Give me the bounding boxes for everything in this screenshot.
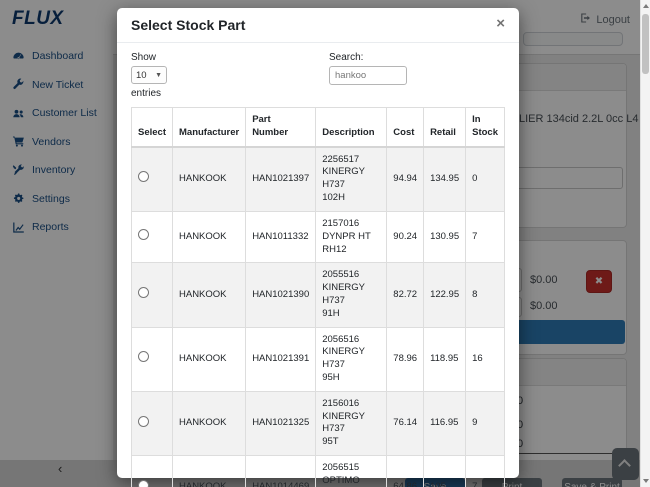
column-header: Select [132,108,173,147]
cost-cell: 76.14 [387,391,424,455]
column-header: Manufacturer [173,108,246,147]
table-row: HANKOOKHAN10213252156016 KINERGY H737 95… [132,391,505,455]
cost-cell: 82.72 [387,263,424,327]
column-header: Retail [424,108,466,147]
in-stock-cell: 9 [466,391,505,455]
select-cell [132,456,173,487]
page-length-value: 10 [136,70,147,81]
cost-cell: 64.86 [387,456,424,487]
retail-cell: 134.95 [424,147,466,212]
description-cell: 2156016 KINERGY H737 95T [316,391,387,455]
column-header: In Stock [466,108,505,147]
table-row: HANKOOKHAN10113322157016 DYNPR HT RH1290… [132,211,505,262]
modal-title: Select Stock Part [131,17,245,33]
search-input[interactable] [329,66,407,85]
table-row: HANKOOKHAN10213912056516 KINERGY H737 95… [132,327,505,391]
search-label: Search: [329,52,407,63]
select-part-radio[interactable] [138,229,149,240]
cost-cell: 90.24 [387,211,424,262]
part-number-cell: HAN1021325 [246,391,316,455]
scrollbar-down-arrow[interactable] [643,479,649,483]
in-stock-cell: 0 [466,147,505,212]
show-label: Show [131,52,167,63]
select-part-radio[interactable] [138,480,149,487]
manufacturer-cell: HANKOOK [173,263,246,327]
column-header: Part Number [246,108,316,147]
description-cell: 2056515 OPTIMO H725 92H [316,456,387,487]
retail-cell: 116.95 [424,391,466,455]
manufacturer-cell: HANKOOK [173,211,246,262]
manufacturer-cell: HANKOOK [173,391,246,455]
retail-cell: 118.95 [424,327,466,391]
table-row: HANKOOKHAN10213972256517 KINERGY H737 10… [132,147,505,212]
in-stock-cell: 8 [466,263,505,327]
stock-parts-table: SelectManufacturerPart NumberDescription… [131,107,505,487]
part-number-cell: HAN1021397 [246,147,316,212]
select-part-radio[interactable] [138,416,149,427]
select-stock-part-modal: Select Stock Part × Show 10 ▼ entries Se… [117,8,519,478]
retail-cell: 122.95 [424,263,466,327]
close-icon[interactable]: × [496,17,505,31]
select-part-radio[interactable] [138,351,149,362]
select-part-radio[interactable] [138,171,149,182]
modal-header: Select Stock Part × [117,8,519,43]
part-number-cell: HAN1014469 [246,456,316,487]
table-row: HANKOOKHAN10144692056515 OPTIMO H725 92H… [132,456,505,487]
cost-cell: 78.96 [387,327,424,391]
scrollbar-up-arrow[interactable] [643,4,649,8]
table-header-row: SelectManufacturerPart NumberDescription… [132,108,505,147]
entries-label: entries [131,88,167,99]
part-number-cell: HAN1011332 [246,211,316,262]
in-stock-cell: 7 [466,456,505,487]
part-number-cell: HAN1021391 [246,327,316,391]
description-cell: 2056516 KINERGY H737 95H [316,327,387,391]
manufacturer-cell: HANKOOK [173,327,246,391]
page-length-select[interactable]: 10 ▼ [131,66,167,84]
retail-cell: 130.95 [424,211,466,262]
select-cell [132,391,173,455]
select-part-radio[interactable] [138,287,149,298]
retail-cell: 105 [424,456,466,487]
page-length-control: Show 10 ▼ entries [131,52,167,99]
description-cell: 2157016 DYNPR HT RH12 [316,211,387,262]
column-header: Cost [387,108,424,147]
browser-scrollbar[interactable] [640,0,650,487]
column-header: Description [316,108,387,147]
select-cell [132,263,173,327]
scrollbar-thumb[interactable] [642,14,649,74]
modal-body: Show 10 ▼ entries Search: SelectManufact… [117,43,519,487]
description-cell: 2055516 KINERGY H737 91H [316,263,387,327]
select-cell [132,327,173,391]
select-cell [132,211,173,262]
cost-cell: 94.94 [387,147,424,212]
in-stock-cell: 16 [466,327,505,391]
search-control: Search: [329,52,407,99]
table-controls: Show 10 ▼ entries Search: [131,52,505,99]
manufacturer-cell: HANKOOK [173,147,246,212]
select-cell [132,147,173,212]
manufacturer-cell: HANKOOK [173,456,246,487]
description-cell: 2256517 KINERGY H737 102H [316,147,387,212]
in-stock-cell: 7 [466,211,505,262]
table-row: HANKOOKHAN10213902055516 KINERGY H737 91… [132,263,505,327]
caret-down-icon: ▼ [155,72,162,79]
part-number-cell: HAN1021390 [246,263,316,327]
